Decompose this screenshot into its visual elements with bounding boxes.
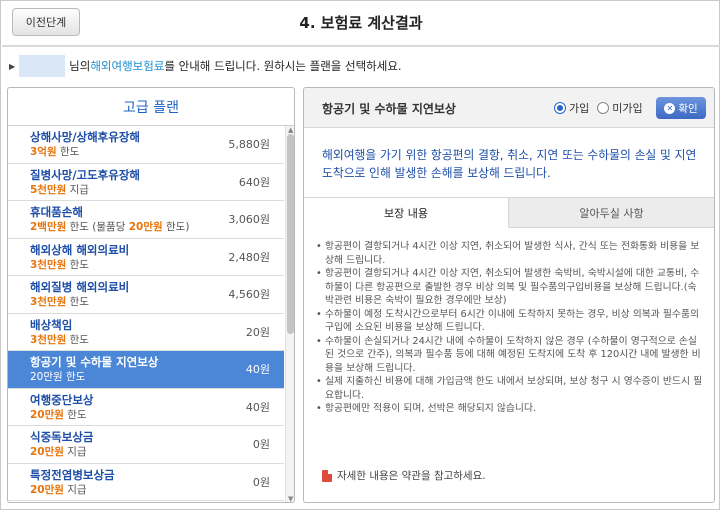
plan-item-amount2: 20만원: [128, 221, 163, 233]
plan-item-amount: 20만원: [30, 371, 63, 383]
coverage-summary: 해외여행을 가기 위한 항공편의 결항, 취소, 지연 또는 수하물의 손실 및…: [304, 128, 714, 198]
plan-item-name: 식중독보상금: [30, 430, 94, 444]
plan-item[interactable]: 휴대품손해 2백만원 한도 (물품당 20만원 한도) 3,060원: [8, 201, 284, 239]
page-title: 4. 보험료 계산결과: [299, 14, 423, 32]
plan-item-price: 40원: [245, 363, 270, 376]
header-divider: [2, 45, 720, 47]
plan-item-desc: 지급: [63, 446, 87, 458]
detail-bullet: 수하물이 손실되거나 24시간 내에 수하물이 도착하지 않은 경우 (수하물이…: [316, 335, 704, 376]
confirm-label: 확인: [678, 102, 698, 115]
coverage-details-list: 항공편이 결항되거나 4시간 이상 지연, 취소되어 발생한 식사, 간식 또는…: [316, 240, 704, 416]
plan-item-desc: 한도: [63, 408, 87, 421]
detail-bullet: 항공편이 결항되거나 4시간 이상 지연, 취소되어 발생한 숙박비, 숙박시설…: [316, 267, 704, 308]
plan-item-desc: 한도: [62, 371, 86, 383]
detail-bullet: 항공편에만 적용이 되며, 선박은 해당되지 않습니다.: [316, 402, 704, 416]
page-header: 이전단계 4. 보험료 계산결과: [2, 2, 720, 46]
plan-item-price: 0원: [252, 438, 270, 451]
plan-item-price: 640원: [238, 175, 270, 189]
plan-item-amount: 20만원: [30, 446, 64, 458]
plan-item[interactable]: 해외상해 해외의료비 3천만원 한도 2,480원: [8, 239, 284, 276]
plan-item[interactable]: 질병사망/고도후유장해 5천만원 지급 640원: [8, 164, 284, 201]
detail-bullet: 항공편이 결항되거나 4시간 이상 지연, 취소되어 발생한 식사, 간식 또는…: [316, 240, 704, 267]
plan-item-amount: 3천만원: [30, 333, 67, 346]
plan-item-limit: 20만원 지급: [30, 483, 284, 498]
plan-list: 상해사망/상해후유장해 3억원 한도 5,880원 질병사망/고도후유장해 5천만원 지…: [8, 126, 284, 501]
detail-title: 항공기 및 수하물 지연보상: [322, 102, 456, 116]
plan-item-price: 5,880원: [228, 138, 270, 151]
plan-item-price: 40원: [245, 400, 270, 414]
plan-item[interactable]: 식중독보상금 20만원 지급 0원: [8, 426, 284, 464]
plan-item-price: 2,480원: [228, 250, 270, 264]
plan-item[interactable]: 배상책임 3천만원 한도 20원: [8, 314, 284, 351]
intro-highlight: 해외여행보험료: [90, 59, 165, 73]
customer-name-box: [19, 55, 66, 77]
scroll-up-icon[interactable]: ▲: [288, 126, 293, 134]
plan-item-desc: 지급: [66, 183, 89, 196]
plan-item-amount: 20만원: [30, 408, 64, 421]
detail-header: 항공기 및 수하물 지연보상 가입 미가입 ✕ 확인: [304, 88, 714, 128]
terms-footnote: 자세한 내용은 약관을 참고하세요.: [322, 468, 486, 483]
plan-item-name: 특정전염병보상금: [30, 467, 115, 482]
scroll-down-icon[interactable]: ▼: [288, 495, 293, 502]
plan-item-price: 3,060원: [228, 213, 270, 226]
plan-item-price: 4,560원: [228, 288, 270, 301]
plan-item-price: 0원: [252, 475, 270, 489]
detail-tabs: 보장 내용 알아두실 사항: [304, 198, 714, 228]
plan-item-price: 20원: [245, 325, 270, 339]
confirm-button[interactable]: ✕ 확인: [656, 97, 706, 119]
arrow-right-icon: ▶: [9, 61, 16, 71]
pdf-icon[interactable]: [322, 469, 332, 482]
plan-item-amount: 2백만원: [30, 221, 67, 233]
plan-item[interactable]: 해외질병 해외의료비 3천만원 한도 4,560원: [8, 276, 284, 314]
plan-panel-title: 고급 플랜: [8, 88, 294, 126]
plan-list-scrollbar[interactable]: ▲ ▼: [285, 126, 294, 502]
no-join-radio-label[interactable]: 미가입: [612, 100, 642, 116]
plan-item-desc: 한도: [66, 258, 89, 271]
detail-bullet: 수하물이 예정 도착시간으로부터 6시간 이내에 도착하지 못하는 경우, 비상…: [316, 308, 704, 335]
tab-coverage[interactable]: 보장 내용: [304, 198, 509, 228]
plan-item-amount: 3억원: [30, 146, 57, 158]
plan-item-amount: 5천만원: [30, 183, 67, 196]
join-radio-group: 가입 미가입: [554, 100, 651, 116]
close-icon: ✕: [664, 102, 676, 114]
footnote-text: 자세한 내용은 약관을 참고하세요.: [337, 470, 486, 482]
intro-message: ▶ 님의 해외여행보험료 를 안내해 드립니다. 원하시는 플랜을 선택하세요.: [9, 55, 402, 77]
join-radio[interactable]: [554, 102, 566, 114]
join-radio-label[interactable]: 가입: [569, 100, 589, 116]
plan-item-amount: 20만원: [30, 483, 64, 496]
plan-item-desc: 한도 (물품당: [66, 221, 129, 233]
plan-item[interactable]: 항공기 및 수하물 지연보상 20만원 한도 40원: [8, 351, 284, 389]
app-window: 이전단계 4. 보험료 계산결과 ▶ 님의 해외여행보험료 를 안내해 드립니다…: [0, 0, 720, 510]
plan-item-amount: 3천만원: [30, 296, 67, 308]
plan-item-desc: 한도: [66, 296, 89, 308]
intro-text: 를 안내해 드립니다. 원하시는 플랜을 선택하세요.: [164, 59, 402, 73]
detail-bullet: 실제 지출하신 비용에 대해 가입금액 한도 내에서 보상되며, 보상 청구 시…: [316, 375, 704, 402]
scroll-thumb[interactable]: [287, 134, 294, 334]
plan-item[interactable]: 특정전염병보상금 20만원 지급 0원: [8, 464, 284, 501]
plan-item-limit: 20만원 지급: [30, 445, 284, 460]
plan-item-desc2: 한도): [162, 221, 190, 233]
plan-item[interactable]: 여행중단보상 20만원 한도 40원: [8, 389, 284, 426]
no-join-radio[interactable]: [597, 102, 610, 114]
plan-item[interactable]: 상해사망/상해후유장해 3억원 한도 5,880원: [8, 126, 284, 164]
intro-name-suffix: 님의: [69, 59, 91, 73]
coverage-detail-panel: 항공기 및 수하물 지연보상 가입 미가입 ✕ 확인 해외여행을 가기 위한 항…: [303, 87, 715, 503]
tab-notice[interactable]: 알아두실 사항: [509, 198, 714, 228]
plan-item-desc: 한도: [66, 333, 89, 346]
plan-item-desc: 지급: [63, 483, 87, 496]
plan-panel: 고급 플랜 상해사망/상해후유장해 3억원 한도 5,880원 질병사망/고도후유장해…: [7, 87, 295, 503]
plan-item-desc: 한도: [56, 146, 80, 158]
plan-item-amount: 3천만원: [30, 258, 67, 271]
